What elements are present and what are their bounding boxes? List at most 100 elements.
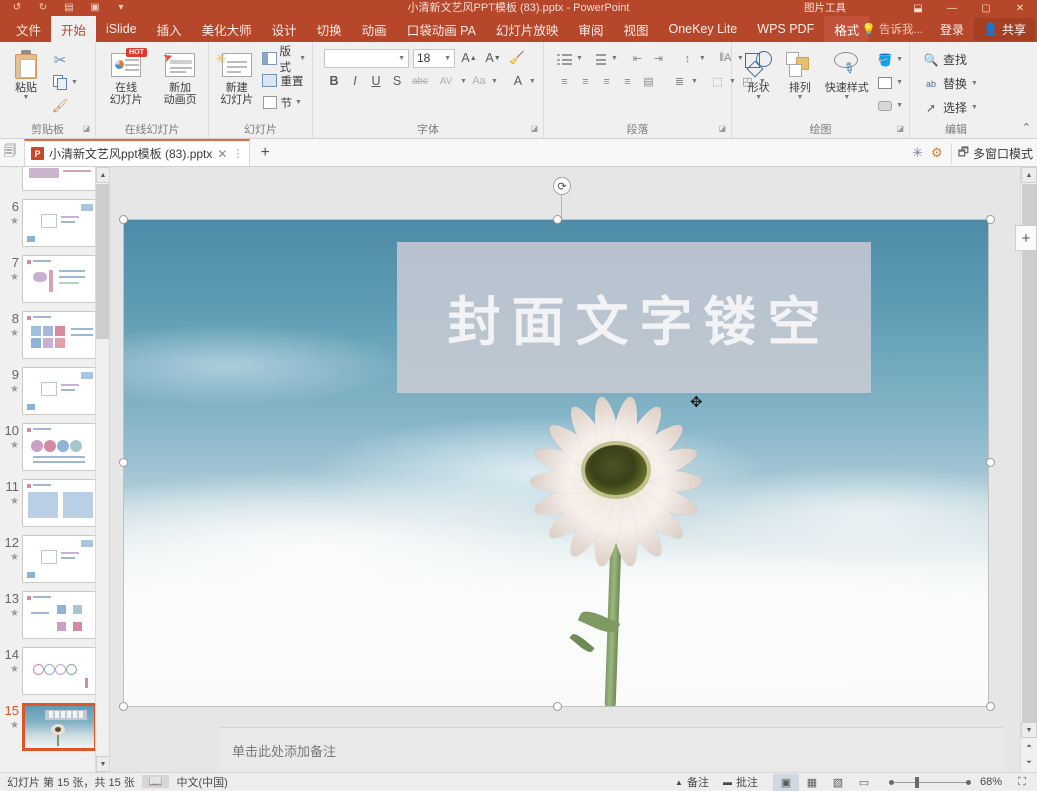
redo-button[interactable]: ↻ [30, 0, 56, 16]
canvas-scrollbar-track[interactable] [1022, 184, 1037, 722]
tab-animations[interactable]: 动画 [352, 16, 397, 42]
canvas-scroll-down-arrow[interactable]: ▼ [1021, 722, 1037, 738]
italic-button[interactable]: I [345, 71, 365, 91]
rotate-handle[interactable]: ⟳ [553, 177, 571, 195]
previous-slide-button[interactable]: ⏶ [1021, 739, 1037, 755]
paste-dropdown-caret[interactable]: ▼ [23, 94, 30, 101]
slide-thumbnail[interactable] [22, 199, 97, 247]
selection-handle-bc[interactable] [553, 702, 562, 711]
title-text-box[interactable]: 封面文字镂空 [397, 242, 871, 393]
shape-effects-caret[interactable]: ▼ [896, 102, 903, 109]
next-slide-button[interactable]: ⏷ [1021, 755, 1037, 771]
character-spacing-caret[interactable]: ▼ [460, 78, 467, 85]
drawing-dialog-launcher[interactable]: ◪ [896, 121, 904, 137]
signin-button[interactable]: 登录 [932, 21, 972, 38]
tab-beautify[interactable]: 美化大师 [192, 16, 262, 42]
list-item[interactable]: 5★ [0, 167, 110, 197]
slide-thumbnail[interactable] [22, 591, 97, 639]
shape-effects-button[interactable]: ▼ [874, 95, 906, 116]
quick-styles-caret[interactable]: ▼ [843, 94, 850, 101]
justify-button[interactable]: ≡ [618, 72, 637, 91]
slide-thumbnail[interactable] [22, 535, 97, 583]
tab-pocket-animation[interactable]: 口袋动画 PA [397, 16, 486, 42]
scroll-up-arrow[interactable]: ▲ [96, 167, 110, 183]
list-item[interactable]: 12★ [0, 533, 110, 589]
selection-handle-tc[interactable] [553, 215, 562, 224]
clipboard-dialog-launcher[interactable]: ◪ [82, 121, 90, 137]
undo-button[interactable]: ↺ [4, 0, 30, 16]
change-case-caret[interactable]: ▼ [491, 78, 498, 85]
slide-thumbnail[interactable] [22, 479, 97, 527]
list-item[interactable]: 10★ [0, 421, 110, 477]
replace-caret[interactable]: ▼ [971, 80, 978, 87]
reset-button[interactable]: 重置 [259, 70, 309, 91]
align-center-button[interactable]: ≡ [576, 72, 595, 91]
decrease-indent-button[interactable]: ⇤ [628, 49, 647, 68]
maximize-button[interactable]: ▢ [969, 0, 1003, 16]
shape-outline-button[interactable]: ▼ [874, 72, 906, 93]
language-label[interactable]: 中文(中国) [169, 774, 234, 790]
shape-outline-caret[interactable]: ▼ [896, 79, 903, 86]
character-spacing-button[interactable]: AV [433, 71, 459, 91]
text-shadow-button[interactable]: S [387, 71, 407, 91]
tab-file[interactable]: 文件 [6, 16, 51, 42]
tab-slideshow[interactable]: 幻灯片放映 [486, 16, 569, 42]
thumbnail-scrollbar[interactable]: ▲ ▼ [95, 167, 109, 772]
slide-thumbnail[interactable] [22, 647, 97, 695]
copy-dropdown-caret[interactable]: ▼ [71, 79, 78, 86]
slide-thumbnail-panel[interactable]: 5★ 6★ 7★ [0, 167, 110, 772]
slide-thumbnail[interactable] [22, 255, 97, 303]
tab-view[interactable]: 视图 [613, 16, 658, 42]
bullets-caret[interactable]: ▼ [576, 55, 583, 62]
minimize-button[interactable]: — [935, 0, 969, 16]
selection-handle-br[interactable] [986, 702, 995, 711]
magic-wand-icon[interactable]: ✳ [912, 145, 923, 161]
new-animation-page-button[interactable]: ➤ 新加 动画页 [155, 46, 205, 106]
select-caret[interactable]: ▼ [971, 104, 978, 111]
select-button[interactable]: ➚ 选择 ▼ [919, 96, 982, 119]
zoom-slider[interactable] [887, 774, 973, 791]
font-color-button[interactable]: A [508, 71, 528, 91]
slide-sorter-view-button[interactable]: ▦ [799, 774, 825, 791]
slide-thumbnail[interactable] [22, 167, 97, 191]
tab-insert[interactable]: 插入 [147, 16, 192, 42]
selection-handle-bl[interactable] [119, 702, 128, 711]
numbering-button[interactable] [585, 49, 609, 68]
shapes-button[interactable]: 形状 ▼ [739, 46, 778, 101]
slideshow-view-button[interactable]: ▭ [851, 774, 877, 791]
list-item[interactable]: 6★ [0, 197, 110, 253]
tab-wps-pdf[interactable]: WPS PDF [747, 16, 824, 42]
multi-window-mode-button[interactable]: 🗗 多窗口模式 [951, 143, 1033, 164]
document-tab[interactable]: P 小清新文艺风ppt模板 (83).pptx ✕ ⋮ [24, 139, 250, 166]
align-right-button[interactable]: ≡ [597, 72, 616, 91]
quick-styles-button[interactable]: ✎ 快速样式 ▼ [822, 46, 873, 101]
slide-thumbnail[interactable] [22, 367, 97, 415]
notes-pane[interactable]: 单击此处添加备注 [220, 727, 1003, 772]
distribute-button[interactable]: ▤ [639, 72, 658, 91]
tell-me-box[interactable]: 💡 告诉我... [855, 21, 930, 37]
layout-button[interactable]: 版式 ▼ [259, 48, 309, 69]
list-item[interactable]: 13★ [0, 589, 110, 645]
fit-to-window-button[interactable]: ⛶ [1009, 774, 1035, 791]
close-button[interactable]: ✕ [1003, 0, 1037, 16]
section-button[interactable]: 节 ▼ [259, 92, 309, 113]
bullets-button[interactable] [555, 49, 574, 68]
scrollbar-thumb[interactable] [96, 184, 109, 339]
customize-qat-button[interactable]: ▾ [108, 0, 134, 16]
selection-handle-mr[interactable] [986, 458, 995, 467]
spellcheck-icon[interactable]: 📖 [142, 775, 170, 788]
increase-font-size-button[interactable]: A▲ [459, 48, 479, 68]
tab-more-icon[interactable]: ⋮ [232, 147, 243, 160]
document-list-icon[interactable]: 🗐 [0, 142, 20, 164]
tab-home[interactable]: 开始 [51, 16, 96, 42]
start-presentation-button[interactable]: ▣ [82, 0, 108, 16]
list-item[interactable]: 7★ [0, 253, 110, 309]
strikethrough-button[interactable]: abc [408, 71, 432, 91]
columns-button[interactable]: ≣ [670, 72, 689, 91]
list-item[interactable]: 8★ [0, 309, 110, 365]
shape-fill-button[interactable]: 🪣 ▼ [874, 49, 906, 70]
slide-canvas[interactable]: ⟳ [110, 167, 1020, 772]
add-element-button[interactable]: + [1015, 225, 1037, 251]
reading-view-button[interactable]: ▧ [825, 774, 851, 791]
share-button[interactable]: 👤 共享 [974, 18, 1035, 41]
